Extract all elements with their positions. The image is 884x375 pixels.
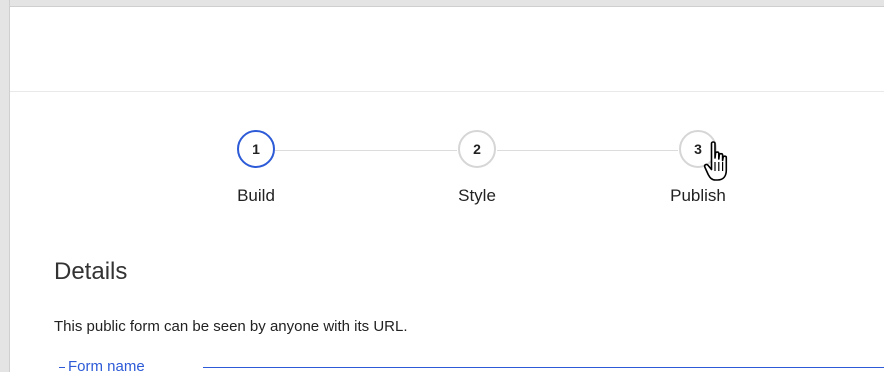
step-number-circle[interactable]: 1	[237, 130, 275, 168]
step-number: 1	[252, 141, 260, 157]
step-label-build[interactable]: Build	[237, 186, 275, 206]
frame-left-border	[0, 0, 9, 372]
stepper-connector-1-2	[275, 150, 457, 151]
field-outline-corner	[59, 367, 65, 368]
header-divider	[10, 91, 884, 92]
frame-left-edge	[9, 0, 10, 372]
field-outline-top	[203, 367, 884, 368]
step-number-circle[interactable]: 2	[458, 130, 496, 168]
frame-top-edge	[0, 6, 884, 7]
stepper-connector-2-3	[497, 150, 678, 151]
step-label-publish[interactable]: Publish	[670, 186, 726, 206]
hand-pointer-icon	[703, 140, 733, 189]
step-label-style[interactable]: Style	[458, 186, 496, 206]
window-frame	[0, 0, 884, 372]
step-number: 3	[694, 141, 702, 157]
step-number: 2	[473, 141, 481, 157]
section-title: Details	[54, 258, 128, 285]
section-description: This public form can be seen by anyone w…	[54, 318, 408, 335]
form-name-label: Form name	[68, 358, 145, 375]
